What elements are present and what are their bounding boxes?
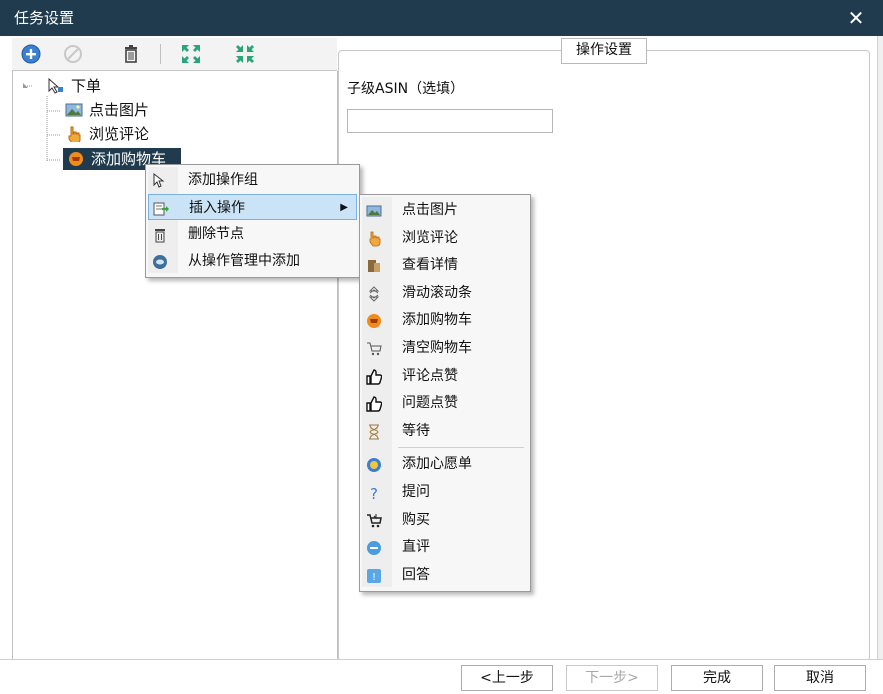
- submenu-item[interactable]: 添加心愿单: [362, 451, 528, 477]
- collapse-icon[interactable]: [234, 43, 256, 65]
- submenu-item[interactable]: 等待: [362, 418, 528, 444]
- prev-button[interactable]: <上一步: [461, 665, 553, 691]
- submenu-item[interactable]: 购买: [362, 507, 528, 533]
- menu-item-label: 插入操作: [189, 200, 245, 216]
- submenu-item[interactable]: 添加购物车: [362, 307, 528, 333]
- svg-text:?: ?: [370, 485, 378, 501]
- comment-icon: [366, 539, 382, 556]
- hand-pointer-icon: [65, 126, 83, 144]
- hand-pointer-icon: [366, 230, 382, 246]
- answer-icon: !: [366, 567, 382, 583]
- empty-cart-icon: [366, 340, 382, 356]
- submenu-item[interactable]: ? 提问: [362, 479, 528, 505]
- submenu-item-label: 清空购物车: [402, 340, 472, 356]
- thumbs-up-icon: [366, 368, 383, 385]
- cursor-pointer-icon: [47, 77, 65, 94]
- tree-node-label: 下单: [71, 77, 102, 95]
- submenu-arrow-icon: ▶: [340, 202, 348, 213]
- expand-icon[interactable]: [180, 43, 202, 65]
- submenu-item-label: 问题点赞: [402, 395, 458, 412]
- submenu-item[interactable]: 评论点赞: [362, 363, 528, 389]
- trash-icon: [152, 226, 168, 243]
- submenu-item-label: 回答: [402, 566, 430, 583]
- menu-item-add-from-manager[interactable]: 从操作管理中添加: [148, 248, 357, 274]
- submenu-item[interactable]: 浏览评论: [362, 225, 528, 251]
- submenu-item-label: 浏览评论: [402, 229, 458, 246]
- window-title: 任务设置: [14, 9, 75, 27]
- background-window-edge: [877, 36, 883, 693]
- add-icon[interactable]: [20, 43, 42, 65]
- wishlist-icon: [366, 456, 382, 473]
- submenu-item-label: 直评: [402, 539, 430, 556]
- menu-item-delete-node[interactable]: 删除节点: [148, 221, 357, 247]
- trash-icon[interactable]: [120, 43, 142, 65]
- menu-item-label: 删除节点: [188, 226, 244, 242]
- image-icon: [65, 102, 83, 118]
- thumbs-up-icon: [366, 395, 383, 412]
- manager-icon: [152, 253, 168, 269]
- submenu-item-label: 滑动滚动条: [402, 284, 472, 301]
- hourglass-icon: [366, 423, 382, 440]
- cart-badge-icon: [366, 312, 382, 329]
- menu-item-add-group[interactable]: 添加操作组: [148, 167, 357, 193]
- cursor-pointer-icon: [152, 172, 168, 188]
- disable-icon[interactable]: [62, 43, 84, 65]
- submenu-item[interactable]: 清空购物车: [362, 335, 528, 361]
- image-icon: [366, 202, 382, 218]
- close-button[interactable]: ✕: [844, 6, 868, 30]
- submenu-item-label: 点击图片: [402, 202, 458, 218]
- context-menu: 添加操作组 插入操作 ▶ 删除节点 从操作管理中添加: [145, 164, 360, 278]
- details-icon: [366, 257, 382, 273]
- finish-button[interactable]: 完成: [671, 665, 763, 691]
- tree-node-label: 浏览评论: [89, 125, 150, 143]
- cart-badge-icon: [67, 151, 85, 167]
- submenu-item-label: 等待: [402, 422, 430, 439]
- cancel-button[interactable]: 取消: [774, 665, 866, 691]
- submenu-item-label: 添加心愿单: [402, 456, 472, 473]
- insert-operation-submenu: 点击图片浏览评论查看详情滑动滚动条添加购物车清空购物车评论点赞问题点赞等待添加心…: [359, 194, 531, 592]
- buy-cart-icon: [366, 512, 382, 528]
- submenu-item[interactable]: 滑动滚动条: [362, 280, 528, 306]
- menu-item-insert-operation[interactable]: 插入操作 ▶: [148, 194, 357, 220]
- settings-tab[interactable]: 操作设置: [561, 38, 647, 64]
- submenu-item-label: 添加购物车: [402, 312, 472, 329]
- menu-item-label: 从操作管理中添加: [188, 253, 300, 269]
- submenu-item[interactable]: 直评: [362, 534, 528, 560]
- submenu-item-label: 查看详情: [402, 257, 458, 274]
- next-button[interactable]: 下一步>: [566, 665, 658, 691]
- submenu-item-label: 购买: [402, 511, 430, 528]
- submenu-item[interactable]: 点击图片: [362, 197, 528, 223]
- menu-item-label: 添加操作组: [188, 172, 258, 188]
- svg-text:!: !: [372, 572, 376, 583]
- submenu-item[interactable]: 查看详情: [362, 252, 528, 278]
- scroll-icon: [366, 285, 382, 302]
- tree-toolbar: [12, 38, 337, 71]
- submenu-item-label: 提问: [402, 484, 430, 500]
- insert-icon: [153, 200, 169, 216]
- submenu-item[interactable]: 问题点赞: [362, 390, 528, 416]
- question-icon: ?: [366, 484, 382, 503]
- submenu-item-label: 评论点赞: [402, 367, 458, 384]
- asin-label: 子级ASIN（选填）: [347, 81, 465, 97]
- operation-tree: 下单 点击图片 浏览评论 添加购物车: [12, 71, 338, 660]
- tree-node-label: 点击图片: [89, 101, 150, 119]
- title-bar: [0, 0, 883, 36]
- submenu-item[interactable]: ! 回答: [362, 562, 528, 588]
- asin-input[interactable]: [347, 109, 553, 133]
